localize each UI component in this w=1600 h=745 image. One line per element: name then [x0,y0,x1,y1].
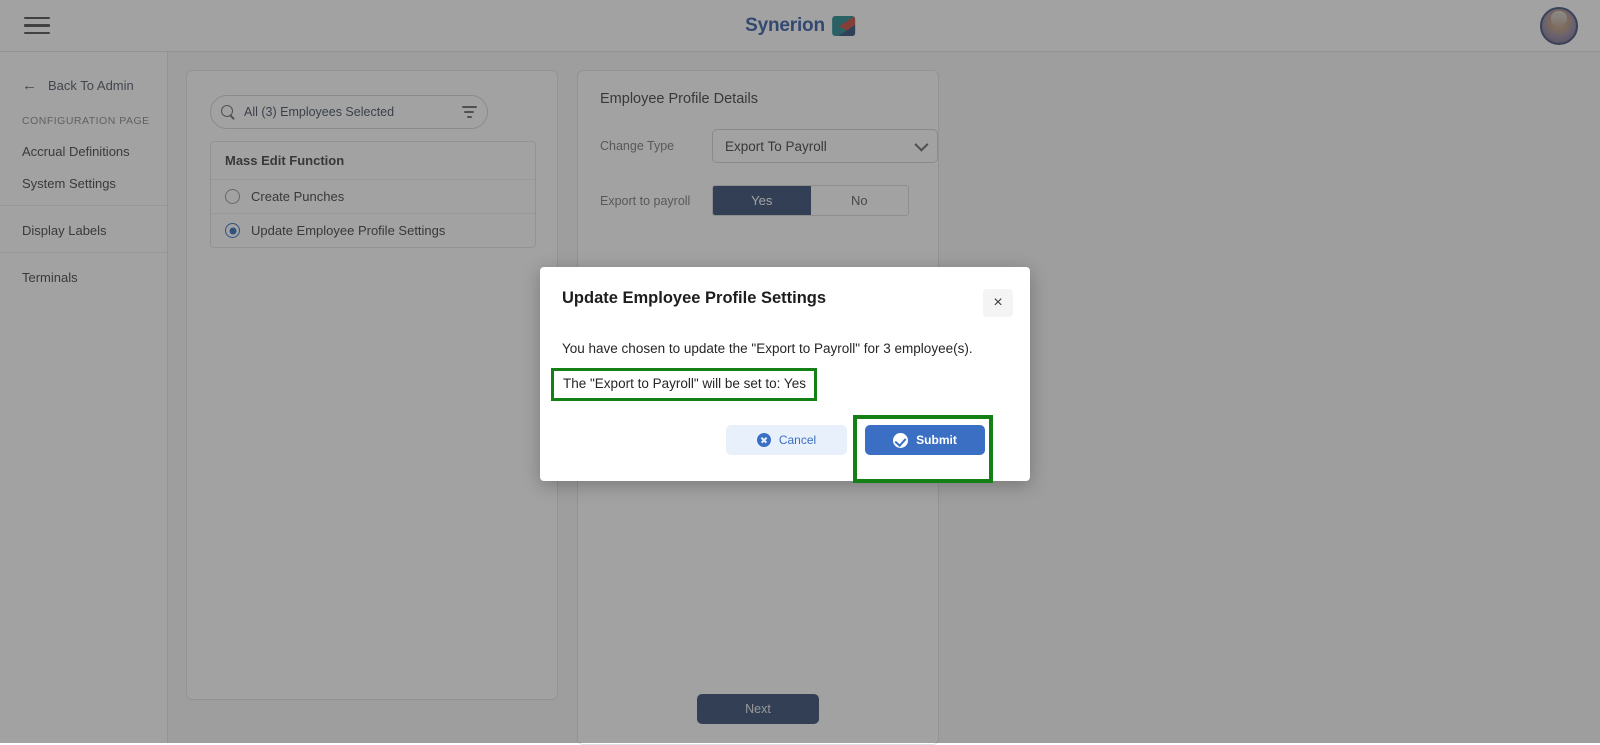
cancel-circle-icon [757,433,771,447]
submit-button-label: Submit [916,433,957,447]
dialog-title: Update Employee Profile Settings [562,289,826,308]
check-circle-icon [893,433,908,448]
close-icon[interactable]: × [983,289,1013,317]
highlight-box-submit: Submit [853,415,993,483]
dialog-highlighted-message: The "Export to Payroll" will be set to: … [563,376,806,391]
dialog-message: You have chosen to update the "Export to… [562,341,973,356]
submit-button[interactable]: Submit [865,425,985,455]
cancel-button[interactable]: Cancel [726,425,847,455]
cancel-button-label: Cancel [779,433,816,447]
highlight-box-message: The "Export to Payroll" will be set to: … [551,368,817,401]
